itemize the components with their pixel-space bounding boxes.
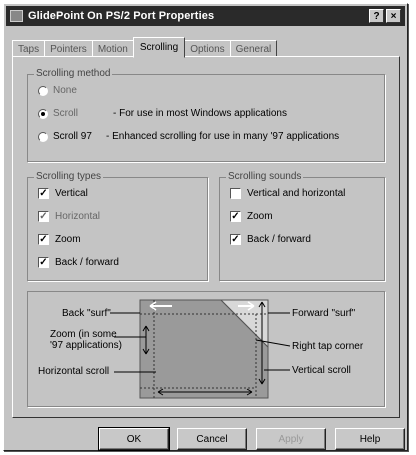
check-horizontal-label: Horizontal — [55, 211, 101, 222]
checkbox[interactable] — [230, 188, 241, 199]
check-back-forward-label: Back / forward — [55, 257, 119, 268]
tab-motion[interactable]: Motion — [91, 40, 134, 57]
touchpad-diagram: Back "surf" Zoom (in some '97 applicatio… — [27, 291, 385, 407]
scrolling-sounds-title: Scrolling sounds — [226, 171, 304, 182]
scrolling-method-title: Scrolling method — [34, 68, 113, 79]
check-zoom-label: Zoom — [55, 234, 81, 245]
radio-button[interactable] — [38, 85, 48, 96]
ok-button[interactable]: OK — [98, 427, 170, 451]
tab-scrolling[interactable]: Scrolling — [132, 37, 186, 58]
check-vertical-label: Vertical — [55, 188, 88, 199]
zoom-label-line1: Zoom (in some — [50, 329, 117, 340]
checkbox[interactable]: ✓ — [38, 188, 49, 199]
checkbox[interactable]: ✓ — [230, 211, 241, 222]
check-sound-zoom[interactable]: ✓ Zoom — [230, 211, 273, 222]
help-button-bottom[interactable]: Help — [335, 428, 405, 450]
right-tap-corner-label: Right tap corner — [292, 341, 364, 352]
radio-scroll-desc: - For use in most Windows applications — [113, 108, 287, 119]
tab-taps[interactable]: Taps — [12, 40, 46, 57]
tab-general[interactable]: General — [229, 40, 278, 57]
cancel-button[interactable]: Cancel — [177, 428, 247, 450]
radio-none[interactable]: None — [38, 85, 77, 96]
scrolling-types-title: Scrolling types — [34, 171, 104, 182]
radio-button[interactable] — [38, 108, 48, 119]
radio-scroll97[interactable]: Scroll 97 — [38, 131, 92, 142]
zoom-label-line2: '97 applications) — [50, 340, 122, 351]
check-back-forward[interactable]: ✓ Back / forward — [38, 257, 119, 268]
radio-scroll-label: Scroll — [53, 108, 79, 119]
radio-scroll97-label: Scroll 97 — [53, 131, 92, 142]
check-sound-vh-label: Vertical and horizontal — [247, 188, 346, 199]
title-bar: GlidePoint On PS/2 Port Properties ? × — [6, 6, 405, 26]
check-zoom[interactable]: ✓ Zoom — [38, 234, 81, 245]
check-sound-back-forward-label: Back / forward — [247, 234, 311, 245]
app-icon — [10, 10, 23, 22]
horizontal-scroll-label: Horizontal scroll — [38, 366, 110, 377]
back-surf-label: Back "surf" — [62, 308, 111, 319]
checkbox[interactable]: ✓ — [230, 234, 241, 245]
tab-pointers[interactable]: Pointers — [44, 40, 93, 57]
radio-none-label: None — [53, 85, 77, 96]
scrolling-types-group: Scrolling types ✓ Vertical ✓ Horizontal … — [27, 171, 208, 281]
properties-window: GlidePoint On PS/2 Port Properties ? × T… — [3, 3, 408, 451]
radio-scroll[interactable]: Scroll — [38, 108, 78, 119]
window-title: GlidePoint On PS/2 Port Properties — [28, 10, 215, 22]
tab-options[interactable]: Options — [184, 40, 231, 57]
checkbox[interactable]: ✓ — [38, 257, 49, 268]
check-sound-zoom-label: Zoom — [247, 211, 273, 222]
close-button[interactable]: × — [386, 9, 401, 23]
radio-scroll97-desc: - Enhanced scrolling for use in many '97… — [106, 131, 340, 142]
scrolling-panel: Scrolling method None Scroll - For use i… — [12, 56, 400, 418]
vertical-scroll-label: Vertical scroll — [292, 365, 351, 376]
apply-button[interactable]: Apply — [256, 428, 326, 450]
check-vertical[interactable]: ✓ Vertical — [38, 188, 88, 199]
check-sound-back-forward[interactable]: ✓ Back / forward — [230, 234, 311, 245]
checkbox[interactable]: ✓ — [38, 234, 49, 245]
checkbox[interactable]: ✓ — [38, 211, 49, 222]
forward-surf-label: Forward "surf" — [292, 308, 356, 319]
scrolling-method-group: Scrolling method None Scroll - For use i… — [27, 68, 385, 162]
tab-strip: Taps Pointers Motion Scrolling Options G… — [12, 35, 278, 58]
check-horizontal[interactable]: ✓ Horizontal — [38, 211, 100, 222]
scrolling-sounds-group: Scrolling sounds Vertical and horizontal… — [219, 171, 385, 281]
check-sound-vh[interactable]: Vertical and horizontal — [230, 188, 345, 199]
radio-button[interactable] — [38, 131, 48, 142]
help-button[interactable]: ? — [369, 9, 384, 23]
